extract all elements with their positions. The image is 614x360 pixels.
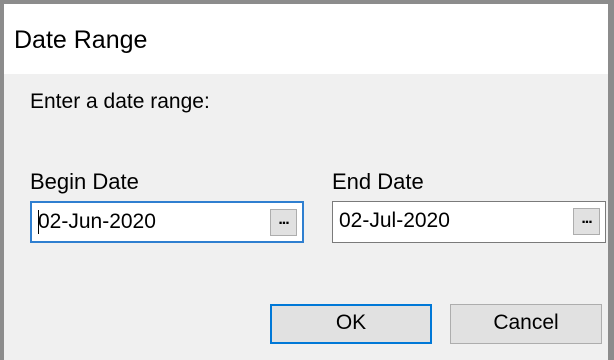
title-bar: Date Range [4,4,608,74]
end-date-field[interactable]: 02-Jul-2020 ... [332,201,606,243]
date-range-dialog: Date Range Enter a date range: Begin Dat… [0,0,614,360]
text-caret [38,210,39,234]
end-date-picker-button[interactable]: ... [573,208,600,235]
date-range-prompt: Enter a date range: [30,90,210,113]
ok-button[interactable]: OK [270,304,432,344]
begin-date-value[interactable]: 02-Jun-2020 [38,210,156,234]
cancel-button[interactable]: Cancel [450,304,602,344]
begin-date-picker-button[interactable]: ... [270,209,297,236]
begin-date-label: Begin Date [30,169,139,194]
end-date-value[interactable]: 02-Jul-2020 [339,209,450,233]
dialog-title: Date Range [14,26,148,54]
begin-date-field[interactable]: 02-Jun-2020 ... [30,201,304,243]
end-date-label: End Date [332,169,424,194]
